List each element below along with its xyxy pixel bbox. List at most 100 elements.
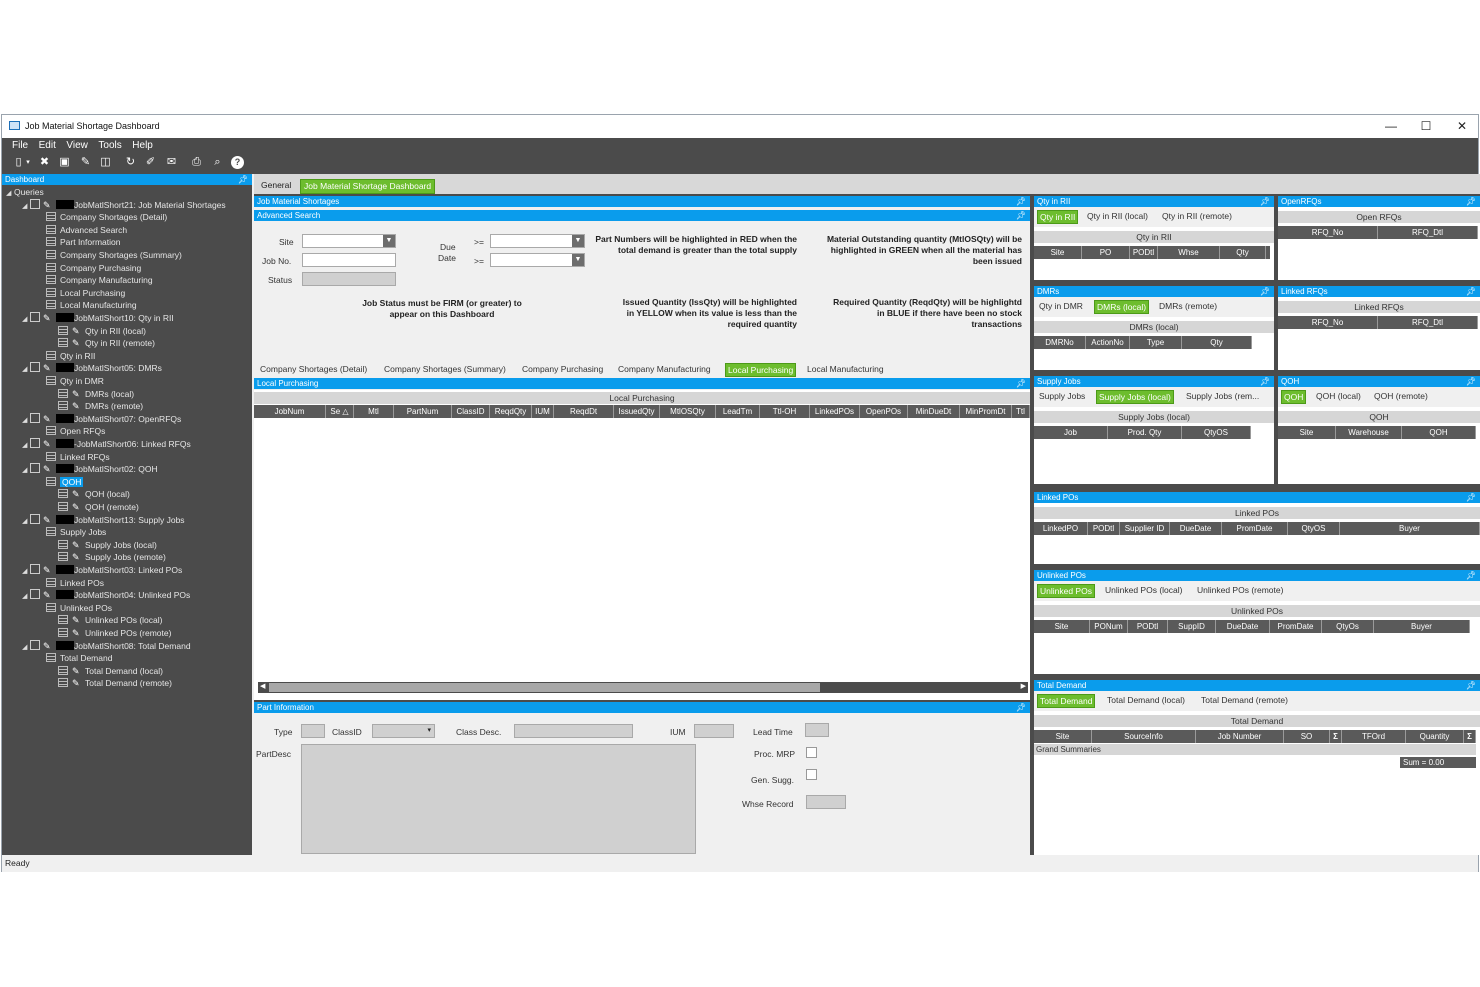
pin-icon[interactable]: 📌︎ xyxy=(1260,376,1270,387)
pin-icon[interactable]: 📌︎ xyxy=(1466,286,1476,297)
column-header[interactable]: Mtl xyxy=(354,405,394,418)
tree-item[interactable]: Local Purchasing xyxy=(46,287,125,299)
tree-item[interactable]: Qty in RII xyxy=(46,350,95,362)
tab-local-manufacturing[interactable]: Local Manufacturing xyxy=(805,363,886,375)
tree-item[interactable]: ✎ Qty in RII (local) xyxy=(58,325,146,337)
column-header[interactable]: TFOrd xyxy=(1342,730,1406,743)
scroll-left-icon[interactable]: ◀ xyxy=(260,682,265,690)
column-header[interactable]: RFQ_Dtl xyxy=(1378,226,1478,239)
tree-item[interactable]: Supply Jobs xyxy=(46,526,106,538)
tab-unlinked-pos-remote[interactable]: Unlinked POs (remote) xyxy=(1195,584,1285,596)
tree-item[interactable]: ◢ ✎ JobMatlShort08: Total Demand xyxy=(22,639,191,652)
pin-icon[interactable]: 📌︎ xyxy=(1260,286,1270,297)
column-header[interactable]: MtlOSQty xyxy=(660,405,716,418)
column-header[interactable]: Se △ xyxy=(326,405,354,418)
expand-icon[interactable]: ◢ xyxy=(22,591,30,603)
tab-total-demand-local[interactable]: Total Demand (local) xyxy=(1105,694,1187,706)
save-icon[interactable]: ▣ xyxy=(58,156,71,169)
column-header[interactable]: Site xyxy=(1278,426,1336,439)
column-header[interactable]: SuppID xyxy=(1168,620,1216,633)
scroll-thumb[interactable] xyxy=(269,683,820,692)
tab-job-material-shortage-dashboard[interactable]: Job Material Shortage Dashboard xyxy=(300,179,436,194)
column-header[interactable]: Whse xyxy=(1158,246,1220,259)
scroll-right-icon[interactable]: ▶ xyxy=(1021,682,1026,690)
tab-company-purchasing[interactable]: Company Purchasing xyxy=(520,363,605,375)
column-header[interactable]: PODtl xyxy=(1088,522,1120,535)
column-header[interactable]: LinkedPO xyxy=(1034,522,1088,535)
tree-item[interactable]: ✎ Total Demand (local) xyxy=(58,665,163,677)
tree-item[interactable]: Local Manufacturing xyxy=(46,299,137,311)
minimize-button[interactable]: — xyxy=(1376,118,1406,134)
class-desc-input[interactable] xyxy=(514,724,633,738)
tab-unlinked-pos[interactable]: Unlinked POs xyxy=(1037,584,1095,598)
tree-item[interactable]: Company Shortages (Summary) xyxy=(46,249,182,261)
tab-qoh-local[interactable]: QOH (local) xyxy=(1314,390,1363,402)
column-header[interactable]: MinPromDt xyxy=(960,405,1012,418)
column-header[interactable]: Warehouse xyxy=(1336,426,1402,439)
column-header[interactable]: PromDate xyxy=(1222,522,1288,535)
tree-item[interactable]: Total Demand xyxy=(46,652,112,664)
column-header[interactable]: RFQ_No xyxy=(1278,226,1378,239)
tab-supply-jobs-remote[interactable]: Supply Jobs (rem... xyxy=(1184,390,1261,402)
column-header[interactable]: QtyOS xyxy=(1288,522,1340,535)
column-header[interactable]: SO xyxy=(1284,730,1330,743)
tree-item[interactable]: ◢ ✎ JobMatlShort07: OpenRFQs xyxy=(22,412,181,427)
tree-item[interactable]: ✎ DMRs (remote) xyxy=(58,400,143,412)
due-date-to[interactable]: ▼ xyxy=(490,253,585,267)
column-header[interactable]: Buyer xyxy=(1340,522,1480,535)
tab-qty-in-rii-remote[interactable]: Qty in RII (remote) xyxy=(1160,210,1234,222)
site-select[interactable]: ▼ xyxy=(302,234,396,248)
refresh-icon[interactable]: ↻ xyxy=(124,156,137,169)
tree-item[interactable]: ✎ Qty in RII (remote) xyxy=(58,337,155,349)
expand-icon[interactable]: ◢ xyxy=(22,415,30,427)
tree-item[interactable]: Company Purchasing xyxy=(46,262,141,274)
chevron-down-icon[interactable]: ▼ xyxy=(383,235,395,247)
column-header[interactable]: JobNum xyxy=(254,405,326,418)
column-header[interactable]: QOH xyxy=(1402,426,1476,439)
tree-item[interactable]: Company Shortages (Detail) xyxy=(46,211,167,223)
tab-qoh[interactable]: QOH xyxy=(1281,390,1307,404)
tree-item[interactable]: Company Manufacturing xyxy=(46,274,153,286)
job-no-input[interactable] xyxy=(302,253,396,267)
expand-icon[interactable]: ◢ xyxy=(22,440,30,452)
column-header[interactable]: Type xyxy=(1130,336,1182,349)
tab-total-demand[interactable]: Total Demand xyxy=(1037,694,1096,708)
column-header[interactable]: Job xyxy=(1034,426,1108,439)
tab-unlinked-pos-local[interactable]: Unlinked POs (local) xyxy=(1103,584,1184,596)
clear-icon[interactable]: ✎ xyxy=(79,156,92,169)
pin-icon[interactable]: 📌︎ xyxy=(1016,702,1026,713)
tree-item[interactable]: ◢ ✎ JobMatlShort13: Supply Jobs xyxy=(22,513,185,528)
column-header[interactable]: IUM xyxy=(532,405,554,418)
gen-sugg-checkbox[interactable] xyxy=(806,769,817,780)
column-header[interactable]: LinkedPOs xyxy=(810,405,860,418)
column-header[interactable]: Site xyxy=(1034,730,1092,743)
tab-qty-in-dmr[interactable]: Qty in DMR xyxy=(1037,300,1085,312)
menu-edit[interactable]: Edit xyxy=(39,140,56,151)
tree-item[interactable]: ✎ Unlinked POs (local) xyxy=(58,614,162,626)
close-button[interactable]: ✕ xyxy=(1447,118,1477,134)
tree-item[interactable]: ◢ ✎ JobMatlShort02: QOH xyxy=(22,463,158,475)
tree-item[interactable]: ✎ QOH (local) xyxy=(58,488,130,500)
column-header[interactable]: PromDate xyxy=(1270,620,1322,633)
column-header[interactable]: Job Number xyxy=(1196,730,1284,743)
expand-icon[interactable]: ◢ xyxy=(22,364,30,376)
tree-item[interactable]: Qty in DMR xyxy=(46,375,104,387)
tree-item[interactable]: ◢ ✎ JobMatlShort03: Linked POs xyxy=(22,564,182,576)
expand-icon[interactable]: ◢ xyxy=(6,188,14,200)
tree-item[interactable]: QOH xyxy=(46,476,84,488)
tree-item[interactable]: ✎ QOH (remote) xyxy=(58,501,139,513)
paint-icon[interactable]: ✐ xyxy=(144,156,157,169)
column-header[interactable]: RFQ_No xyxy=(1278,316,1378,329)
expand-icon[interactable]: ◢ xyxy=(22,516,30,528)
pin-icon[interactable]: 📌︎ xyxy=(1466,570,1476,581)
help-icon[interactable]: ? xyxy=(231,156,244,169)
tab-company-manufacturing[interactable]: Company Manufacturing xyxy=(616,363,713,375)
pin-icon[interactable]: 📌︎ xyxy=(1016,378,1026,389)
column-header[interactable]: Σ xyxy=(1330,730,1342,743)
tree-item[interactable]: Linked POs xyxy=(46,577,104,589)
status-input[interactable] xyxy=(302,272,396,286)
tree-item[interactable]: ✎ Supply Jobs (remote) xyxy=(58,551,166,563)
print-preview-icon[interactable]: ⌕ xyxy=(211,156,224,169)
column-header[interactable]: ReqdQty xyxy=(490,405,532,418)
tree-item[interactable]: Linked RFQs xyxy=(46,451,110,463)
